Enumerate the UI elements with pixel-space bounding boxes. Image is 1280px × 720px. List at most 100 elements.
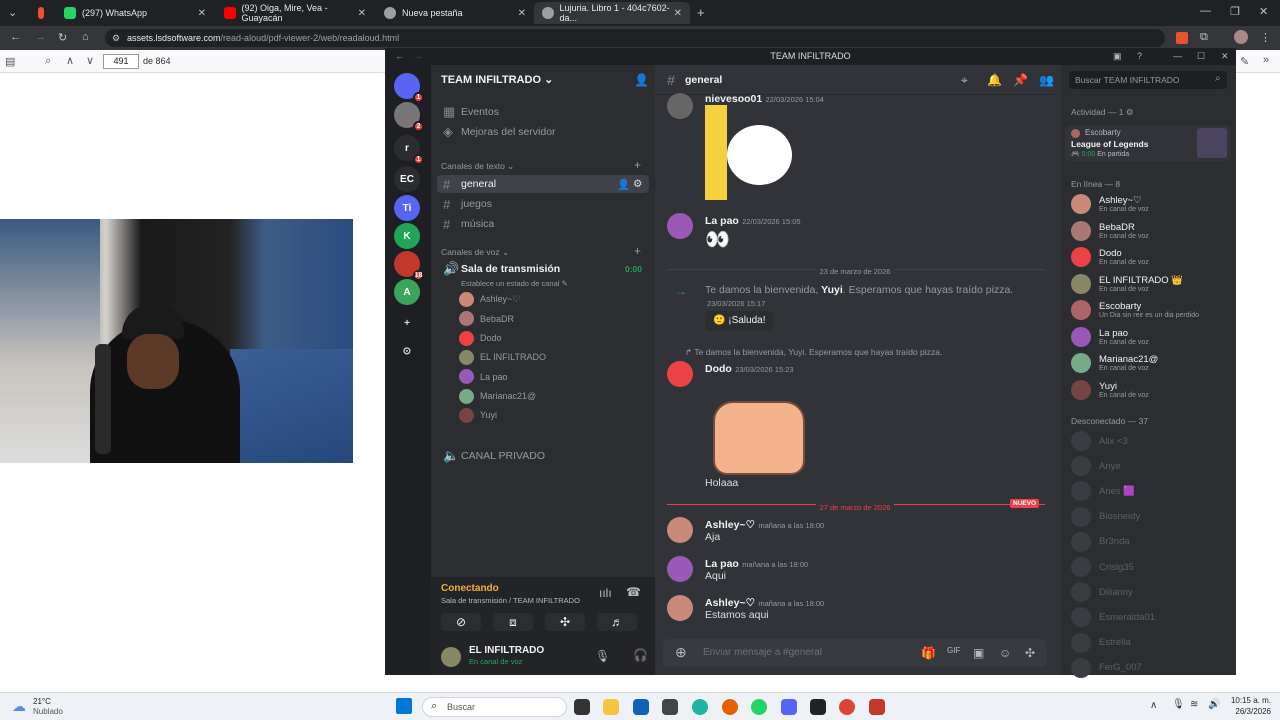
tab-whatsapp[interactable]: (297) WhatsApp ✕: [56, 2, 214, 24]
channel-general[interactable]: # general 👤 ⚙: [437, 175, 649, 193]
reload-icon[interactable]: ↻: [58, 31, 67, 44]
camera-button[interactable]: ⊘: [441, 613, 481, 631]
site-info-icon[interactable]: ⚙: [112, 33, 120, 44]
add-channel-icon[interactable]: +: [634, 244, 641, 258]
close-icon[interactable]: ✕: [518, 8, 526, 19]
close-icon[interactable]: ✕: [1221, 48, 1229, 65]
member-item[interactable]: FerG_007: [1071, 657, 1142, 678]
voice-user[interactable]: EL INFILTRADO: [459, 349, 546, 365]
sticker-icon[interactable]: ▣: [973, 646, 984, 660]
activities-button[interactable]: ✣: [545, 613, 585, 631]
member-item[interactable]: La pao En canal de voz: [1071, 326, 1149, 347]
tab-pdf[interactable]: Lujuria. Libro 1 - 404c7602-da... ✕: [534, 2, 690, 24]
tab-pinned[interactable]: [30, 2, 52, 24]
taskbar-search[interactable]: ⌕ Buscar: [422, 697, 567, 717]
server-icon-2[interactable]: r1: [394, 135, 424, 165]
url-input[interactable]: assets.lsdsoftware.com/read-aloud/pdf-vi…: [105, 29, 1165, 47]
gift-icon[interactable]: 🎁: [921, 646, 936, 660]
server-icon-3[interactable]: EC: [394, 166, 420, 192]
edit-icon[interactable]: ✎: [1240, 55, 1249, 68]
member-item[interactable]: Yuyi En canal de voz: [1071, 379, 1149, 400]
app-icon[interactable]: [810, 699, 826, 715]
store-icon[interactable]: [633, 699, 649, 715]
extension-icon[interactable]: [1176, 32, 1188, 44]
member-item[interactable]: Dodo En canal de voz: [1071, 247, 1149, 267]
menu-dots-icon[interactable]: ⋮: [1260, 31, 1271, 44]
pin-icon[interactable]: 📌: [1013, 73, 1028, 87]
gear-icon[interactable]: ⚙: [1126, 107, 1134, 117]
member-item[interactable]: Marianac21@ En canal de voz: [1071, 353, 1158, 373]
server-icon-1[interactable]: 2: [394, 102, 424, 132]
next-page-icon[interactable]: ∨: [86, 54, 94, 67]
bell-icon[interactable]: 🔔: [987, 73, 1002, 87]
voice-user[interactable]: La pao: [459, 369, 508, 385]
page-number-input[interactable]: 491: [103, 54, 139, 69]
gif-icon[interactable]: GIF: [947, 646, 960, 655]
forward-icon[interactable]: →: [413, 48, 422, 65]
member-item[interactable]: Ashley~♡ En canal de voz: [1071, 194, 1149, 214]
close-icon[interactable]: ✕: [198, 8, 206, 19]
events-item[interactable]: ▦ Eventos: [437, 103, 649, 121]
edge-icon[interactable]: [692, 699, 708, 715]
channel-juegos[interactable]: # juegos: [437, 195, 649, 213]
member-item[interactable]: Estrella: [1071, 632, 1131, 653]
file-explorer-icon[interactable]: [603, 699, 619, 715]
chrome-icon[interactable]: [839, 699, 855, 715]
home-icon[interactable]: ⌂: [82, 31, 89, 43]
clock-date[interactable]: 26/3/2026: [1229, 707, 1271, 716]
server-icon-6[interactable]: 18: [394, 251, 424, 281]
apps-icon[interactable]: ✣: [1025, 646, 1035, 660]
firefox-icon[interactable]: [722, 699, 738, 715]
server-name-header[interactable]: TEAM INFILTRADO ⌄: [441, 73, 553, 86]
tray-chevron-icon[interactable]: ∧: [1150, 700, 1157, 711]
maximize-icon[interactable]: ☐: [1197, 48, 1205, 65]
back-icon[interactable]: ←: [395, 48, 404, 65]
tab-new-tab[interactable]: Nueva pestaña ✕: [376, 2, 534, 24]
minimize-icon[interactable]: —: [1173, 48, 1182, 65]
weather-temp[interactable]: 21°C: [33, 697, 51, 706]
channel-private[interactable]: 🔈 CANAL PRIVADO: [437, 447, 649, 465]
voice-user[interactable]: Yuyi: [459, 407, 497, 423]
close-icon[interactable]: ✕: [358, 8, 366, 19]
headphones-icon[interactable]: 🎧: [633, 648, 648, 662]
volume-icon[interactable]: 🔊: [1208, 699, 1220, 710]
server-icon-4[interactable]: Ti: [394, 195, 420, 221]
channel-status[interactable]: Establece un estado de canal ✎: [461, 279, 568, 288]
discover-icon[interactable]: ⊙: [394, 338, 420, 364]
avatar[interactable]: [441, 647, 461, 667]
previous-page-icon[interactable]: ∧: [66, 54, 74, 67]
voice-category[interactable]: Canales de voz ⌄: [441, 247, 509, 258]
member-item[interactable]: Aries 🟪: [1071, 481, 1135, 502]
new-tab-icon[interactable]: +: [697, 5, 705, 20]
voice-user[interactable]: Ashley~♡: [459, 292, 520, 307]
tools-icon[interactable]: »: [1263, 54, 1269, 66]
forward-icon[interactable]: →: [35, 31, 46, 43]
voice-channel-sala[interactable]: 🔊 Sala de transmisión 0:00: [437, 260, 649, 278]
wave-button[interactable]: 🙂 ¡Saluda!: [705, 311, 774, 331]
discord-icon[interactable]: [781, 699, 797, 715]
add-server-icon[interactable]: +: [394, 310, 420, 336]
member-item[interactable]: Biosneidy: [1071, 506, 1140, 527]
member-item[interactable]: BebaDR En canal de voz: [1071, 220, 1149, 241]
reply-preview[interactable]: ↱ Te damos la bienvenida, Yuyi. Esperamo…: [685, 347, 942, 358]
extensions-icon[interactable]: ⧉: [1200, 31, 1208, 44]
server-icon-7[interactable]: A: [394, 279, 420, 305]
boost-item[interactable]: ◈ Mejoras del servidor: [437, 123, 649, 141]
weather-desc[interactable]: Nublado: [33, 707, 63, 716]
screen-share-button[interactable]: ⧈: [493, 613, 533, 631]
voice-user[interactable]: Dodo: [459, 330, 502, 346]
member-item[interactable]: Crislg35: [1071, 557, 1134, 577]
disconnect-icon[interactable]: ☎: [626, 585, 641, 599]
tab-search-icon[interactable]: ⌄: [8, 6, 17, 19]
invite-icon[interactable]: 👤: [634, 73, 649, 87]
member-item[interactable]: Esmeralda01: [1071, 607, 1155, 628]
app-icon[interactable]: [869, 699, 885, 715]
whatsapp-icon[interactable]: [751, 699, 767, 715]
member-item[interactable]: Br3nda: [1071, 531, 1130, 552]
member-list-icon[interactable]: 👥: [1039, 73, 1054, 87]
mic-icon[interactable]: 🎙: [1172, 699, 1185, 710]
channel-musica[interactable]: # música: [437, 215, 649, 233]
server-icon-5[interactable]: K: [394, 223, 420, 249]
server-icon-0[interactable]: 1: [394, 73, 424, 103]
add-channel-icon[interactable]: +: [634, 158, 641, 172]
